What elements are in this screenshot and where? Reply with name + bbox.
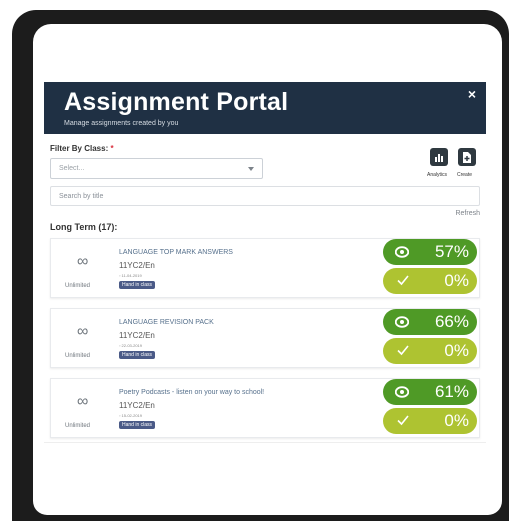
- check-icon: [397, 415, 409, 426]
- section-title: Long Term (17):: [50, 222, 118, 232]
- eye-icon: [395, 316, 409, 328]
- analytics-button[interactable]: [430, 148, 448, 166]
- viewed-stat[interactable]: 57%: [383, 239, 477, 265]
- modal-header: Assignment Portal Manage assignments cre…: [44, 82, 486, 134]
- page-title: Assignment Portal: [64, 88, 289, 116]
- analytics-label: Analytics: [427, 172, 448, 178]
- due-label: Unlimited: [65, 423, 91, 429]
- eye-icon: [395, 386, 409, 398]
- assignment-class: 11YC2/En: [119, 261, 155, 270]
- assignment-list: ∞ Unlimited LANGUAGE TOP MARK ANSWERS 11…: [48, 238, 482, 443]
- assignment-date: ▫ 15-02-2019: [119, 413, 142, 418]
- assignment-card[interactable]: ∞ Unlimited LANGUAGE TOP MARK ANSWERS 11…: [50, 238, 480, 298]
- filter-label: Filter By Class: *: [50, 144, 114, 153]
- assignment-date-text: 15-02-2019: [121, 413, 143, 418]
- status-badge: Hand in class: [119, 281, 156, 289]
- assignment-class: 11YC2/En: [119, 401, 155, 410]
- create-label: Create: [457, 172, 473, 178]
- search-input[interactable]: Search by title: [50, 186, 480, 206]
- create-button[interactable]: [458, 148, 476, 166]
- assignment-card[interactable]: ∞ Unlimited Poetry Podcasts - listen on …: [50, 378, 480, 438]
- assignment-date-text: 11-04-2019: [121, 273, 142, 278]
- status-badge: Hand in class: [119, 351, 156, 359]
- check-icon: [397, 275, 409, 286]
- assignment-date-text: 22-03-2019: [121, 343, 143, 348]
- page-subtitle: Manage assignments created by you: [64, 120, 179, 127]
- completed-percent: 0%: [444, 271, 469, 290]
- completed-stat[interactable]: 0%: [383, 268, 477, 294]
- assignment-card[interactable]: ∞ Unlimited LANGUAGE REVISION PACK 11YC2…: [50, 308, 480, 368]
- close-icon[interactable]: ×: [468, 86, 476, 102]
- viewed-percent: 57%: [434, 242, 469, 261]
- viewed-stat[interactable]: 61%: [383, 379, 477, 405]
- completed-stat[interactable]: 0%: [383, 408, 477, 434]
- class-select[interactable]: Select...: [50, 158, 263, 179]
- viewed-percent: 61%: [434, 382, 469, 401]
- infinity-icon: ∞: [77, 253, 89, 270]
- status-badge: Hand in class: [119, 421, 156, 429]
- assignment-title[interactable]: Poetry Podcasts - listen on your way to …: [119, 389, 264, 396]
- completed-percent: 0%: [444, 411, 469, 430]
- required-mark: *: [110, 144, 114, 153]
- eye-icon: [395, 246, 409, 258]
- infinity-icon: ∞: [77, 393, 89, 410]
- calendar-icon: ▫: [119, 273, 121, 278]
- modal-body: Filter By Class: * Select... Analytics C…: [44, 134, 486, 443]
- completed-percent: 0%: [444, 341, 469, 360]
- filter-label-text: Filter By Class:: [50, 144, 109, 153]
- assignment-portal-modal: Assignment Portal Manage assignments cre…: [44, 82, 486, 443]
- check-icon: [397, 345, 409, 356]
- chevron-down-icon: [248, 167, 254, 171]
- file-add-icon: [463, 151, 471, 163]
- viewed-stat[interactable]: 66%: [383, 309, 477, 335]
- calendar-icon: ▫: [119, 343, 121, 348]
- due-label: Unlimited: [65, 353, 91, 359]
- divider: [44, 442, 486, 443]
- assignment-date: ▫ 22-03-2019: [119, 343, 142, 348]
- due-label: Unlimited: [65, 283, 91, 289]
- bar-chart-icon: [435, 154, 443, 162]
- viewed-percent: 66%: [434, 312, 469, 331]
- class-select-placeholder: Select...: [59, 165, 85, 172]
- calendar-icon: ▫: [119, 413, 121, 418]
- assignment-date: ▫ 11-04-2019: [119, 273, 142, 278]
- assignment-class: 11YC2/En: [119, 331, 155, 340]
- completed-stat[interactable]: 0%: [383, 338, 477, 364]
- infinity-icon: ∞: [77, 323, 89, 340]
- refresh-link[interactable]: Refresh: [455, 210, 480, 217]
- assignment-title[interactable]: LANGUAGE REVISION PACK: [119, 319, 214, 326]
- assignment-title[interactable]: LANGUAGE TOP MARK ANSWERS: [119, 249, 233, 256]
